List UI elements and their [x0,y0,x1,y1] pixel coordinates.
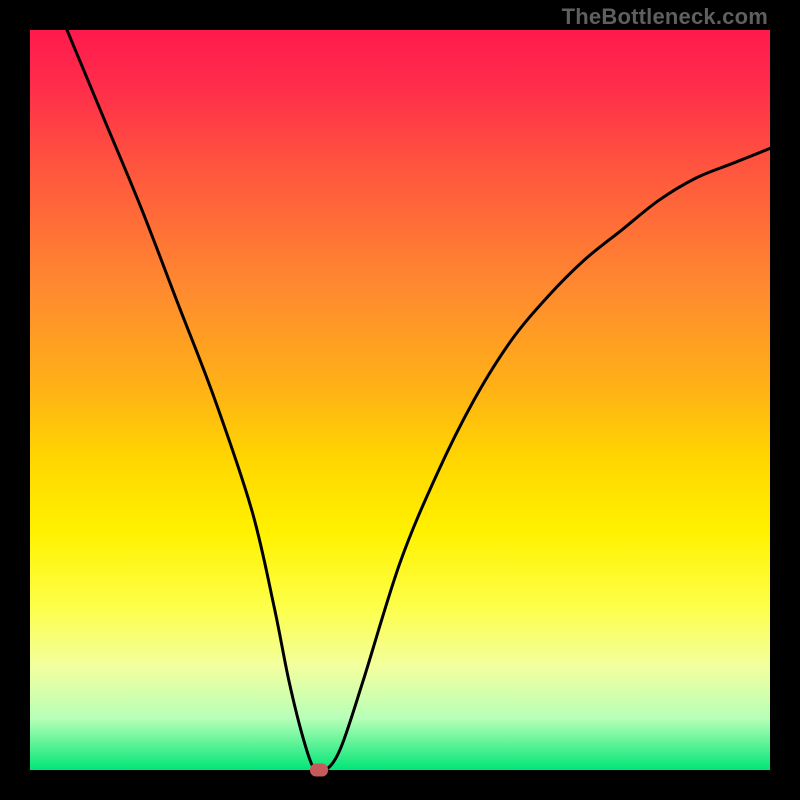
curve-svg [30,30,770,770]
watermark-text: TheBottleneck.com [562,4,768,30]
plot-area [30,30,770,770]
optimum-marker [310,764,328,777]
chart-frame: TheBottleneck.com [0,0,800,800]
bottleneck-curve [67,30,770,770]
